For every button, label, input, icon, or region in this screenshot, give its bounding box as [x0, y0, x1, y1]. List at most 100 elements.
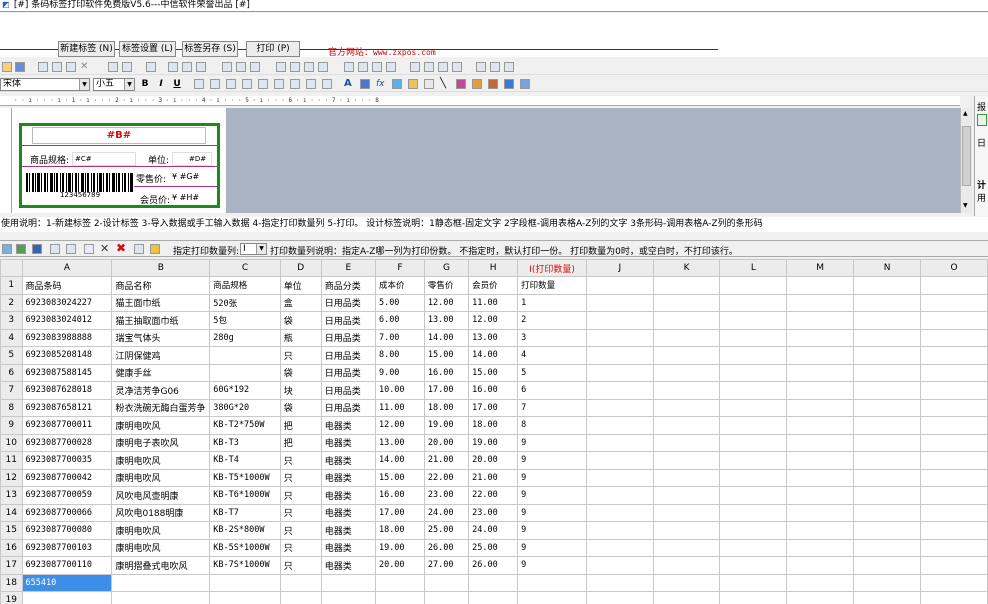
- table-cell[interactable]: [585, 451, 654, 470]
- column-header[interactable]: K: [652, 259, 721, 277]
- table-cell[interactable]: 只: [279, 521, 322, 540]
- table-cell[interactable]: 康明电吹风: [111, 521, 211, 540]
- row-header[interactable]: 2: [0, 293, 23, 312]
- table-cell[interactable]: 康明电吹风: [111, 538, 211, 557]
- table-cell[interactable]: 电器类: [320, 451, 376, 470]
- table-cell[interactable]: 26.00: [423, 538, 470, 557]
- table-cell[interactable]: [853, 468, 921, 487]
- table-cell[interactable]: [719, 468, 788, 487]
- table-cell[interactable]: [719, 591, 788, 604]
- row-header[interactable]: 13: [0, 486, 23, 505]
- table-row[interactable]: 5 6923085208148 江阴保健鸡 只日用品类 8.00 15.00 14.00 4: [0, 346, 988, 365]
- table-cell[interactable]: [920, 521, 988, 540]
- label-design[interactable]: #B# 商品规格: #C# 单位: #D# 123456789 零售价: ¥ #…: [19, 123, 220, 208]
- label-settings-button[interactable]: 标签设置 (L): [119, 41, 176, 57]
- table-cell[interactable]: [786, 503, 855, 522]
- table-cell[interactable]: [719, 486, 788, 505]
- text-top-icon[interactable]: [242, 79, 252, 89]
- table-cell[interactable]: [652, 416, 721, 435]
- table-cell[interactable]: [786, 451, 855, 470]
- table-cell[interactable]: 11.00: [374, 398, 425, 417]
- group-icon[interactable]: [504, 62, 514, 72]
- row-header[interactable]: 18: [0, 573, 23, 592]
- table-cell[interactable]: [652, 346, 721, 365]
- table-cell[interactable]: [853, 486, 921, 505]
- table-cell[interactable]: [853, 556, 921, 575]
- table-cell[interactable]: [920, 573, 988, 592]
- table-cell[interactable]: 9: [517, 433, 587, 452]
- column-header[interactable]: M: [786, 259, 855, 277]
- row-header[interactable]: 17: [0, 556, 23, 575]
- row-header[interactable]: 8: [0, 398, 23, 417]
- table-cell[interactable]: [652, 521, 721, 540]
- table-cell[interactable]: 15.00: [468, 363, 519, 382]
- table-cell[interactable]: [920, 468, 988, 487]
- table-cell[interactable]: [652, 538, 721, 557]
- line-icon[interactable]: ╲: [440, 79, 450, 89]
- table-cell[interactable]: 10.00: [374, 381, 425, 400]
- table-row[interactable]: 17 6923087700110 康明摺叠式电吹风 KB-7S*1000W 只电器类 20…: [0, 556, 988, 575]
- table-cell[interactable]: [652, 451, 721, 470]
- barcode-icon[interactable]: [456, 79, 466, 89]
- static-text-icon[interactable]: A: [344, 79, 354, 89]
- table-cell[interactable]: 日用品类: [320, 293, 376, 312]
- align-center-icon[interactable]: [182, 62, 192, 72]
- table-cell[interactable]: 商品名称: [111, 276, 211, 295]
- same-size-icon[interactable]: [304, 62, 314, 72]
- table-cell[interactable]: [920, 416, 988, 435]
- space-h-dec-icon[interactable]: [372, 62, 382, 72]
- table-cell[interactable]: 14.00: [423, 328, 470, 347]
- table-cell[interactable]: 2: [517, 311, 587, 330]
- table-cell[interactable]: 把: [279, 433, 322, 452]
- table-cell[interactable]: 6923087700035: [21, 451, 113, 470]
- field-text-icon[interactable]: [360, 79, 370, 89]
- table-cell[interactable]: 6923087700059: [21, 486, 113, 505]
- excel-icon[interactable]: [16, 244, 26, 254]
- table-cell[interactable]: 21.00: [468, 468, 519, 487]
- table-cell[interactable]: [920, 293, 988, 312]
- table-cell[interactable]: 20.00: [468, 451, 519, 470]
- table-cell[interactable]: 5包: [209, 311, 281, 330]
- table-cell[interactable]: KB-T5*1000W: [209, 468, 281, 487]
- table-cell[interactable]: [21, 591, 113, 604]
- find-icon[interactable]: [134, 244, 144, 254]
- table-cell[interactable]: 3: [517, 328, 587, 347]
- table-cell[interactable]: [468, 573, 519, 592]
- table-cell[interactable]: [786, 416, 855, 435]
- table-cell[interactable]: [320, 573, 376, 592]
- table-cell[interactable]: [853, 503, 921, 522]
- table-cell[interactable]: 江阴保健鸡: [111, 346, 211, 365]
- table-cell[interactable]: 6923083024012: [21, 311, 113, 330]
- align-right-icon[interactable]: [196, 62, 206, 72]
- table-cell[interactable]: [111, 573, 211, 592]
- table-cell[interactable]: 24.00: [423, 503, 470, 522]
- table-cell[interactable]: KB-2S*800W: [209, 521, 281, 540]
- table-cell[interactable]: [719, 451, 788, 470]
- row-header[interactable]: 14: [0, 503, 23, 522]
- table-cell[interactable]: 零售价: [423, 276, 470, 295]
- table-cell[interactable]: [853, 328, 921, 347]
- table-cell[interactable]: [719, 556, 788, 575]
- scroll-thumb[interactable]: [962, 126, 971, 186]
- space-v-inc-icon[interactable]: [424, 62, 434, 72]
- table-row[interactable]: 1 商品条码 商品名称 商品规格 单位 商品分类 成本价 零售价 会员价 打印数量: [0, 276, 988, 295]
- table-cell[interactable]: [652, 486, 721, 505]
- table-cell[interactable]: 20.00: [374, 556, 425, 575]
- table-cell[interactable]: [585, 328, 654, 347]
- table-cell[interactable]: [920, 381, 988, 400]
- table-cell[interactable]: 块: [279, 381, 322, 400]
- member-field[interactable]: ¥ #H#: [172, 193, 199, 202]
- table-cell[interactable]: 19.00: [468, 433, 519, 452]
- table-cell[interactable]: [652, 381, 721, 400]
- unit-field[interactable]: #D#: [172, 152, 212, 166]
- text-align-right-icon[interactable]: [226, 79, 236, 89]
- row-header[interactable]: 16: [0, 538, 23, 557]
- column-header[interactable]: C: [209, 259, 281, 277]
- table-cell[interactable]: 17.00: [423, 381, 470, 400]
- table-cell[interactable]: 电器类: [320, 486, 376, 505]
- table-cell[interactable]: [585, 311, 654, 330]
- table-cell[interactable]: [853, 311, 921, 330]
- table-cell[interactable]: 27.00: [423, 556, 470, 575]
- table-cell[interactable]: 18.00: [468, 416, 519, 435]
- table-row[interactable]: 13 6923087700059 风吹电风壶明康 KB-T6*1000W 只电器类 16.…: [0, 486, 988, 505]
